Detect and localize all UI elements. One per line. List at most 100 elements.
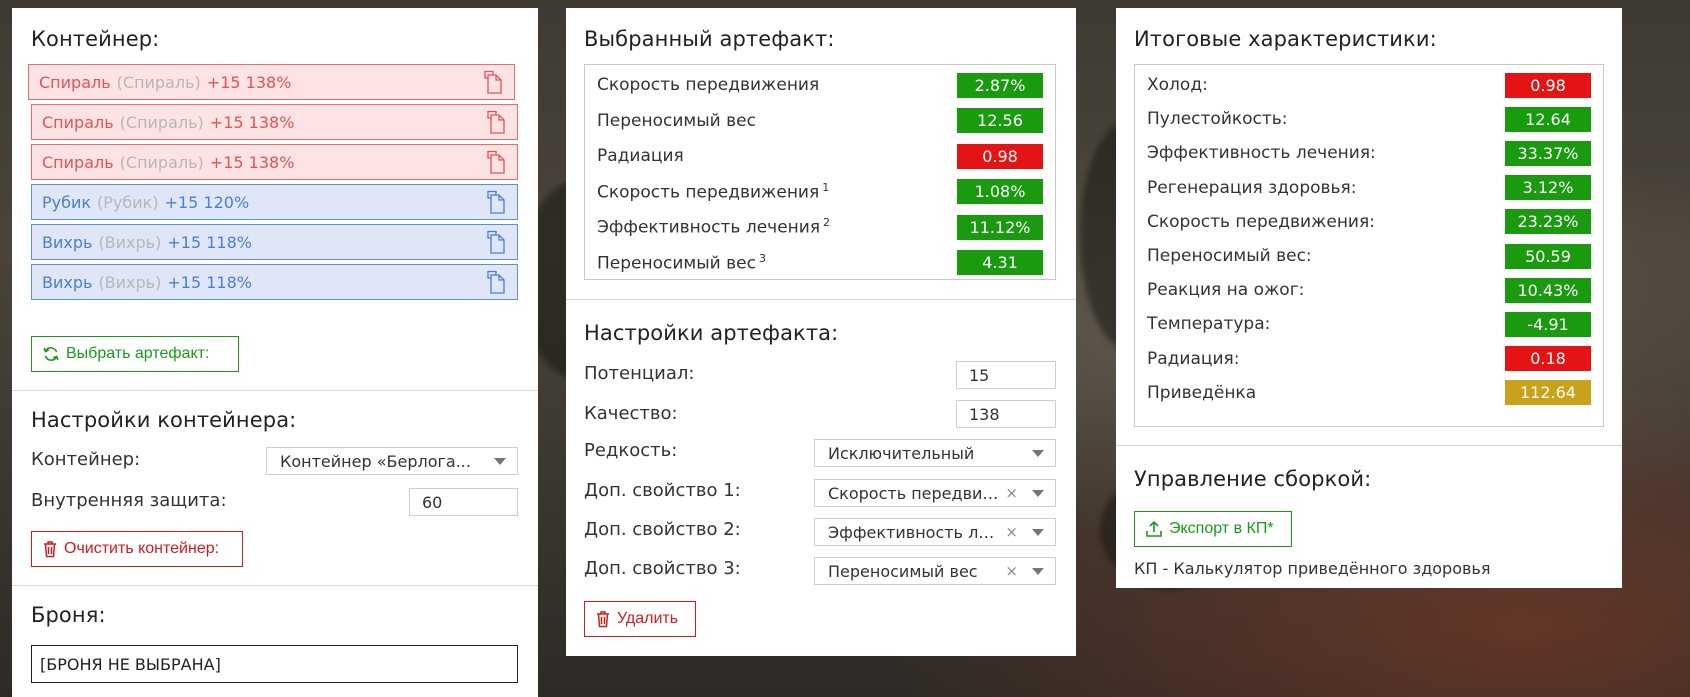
prop1-label: Доп. свойство 1: xyxy=(584,480,741,501)
stat-row: Эффективность лечения: 33.37% xyxy=(1147,140,1591,166)
stat-name: Переносимый вес: xyxy=(1147,246,1312,266)
chevron-down-icon xyxy=(1032,449,1044,457)
container-item[interactable]: Вихрь (Вихрь) +15 118% xyxy=(31,224,518,260)
stat-label: Переносимый вес xyxy=(597,110,756,131)
rarity-select[interactable]: Исключительный xyxy=(814,439,1056,467)
container-item[interactable]: Вихрь (Вихрь) +15 118% xyxy=(31,264,518,300)
container-item[interactable]: Спираль (Спираль) +15 138% xyxy=(28,64,515,100)
container-item[interactable]: Спираль (Спираль) +15 138% xyxy=(31,104,518,140)
container-panel: Контейнер: Спираль (Спираль) +15 138% Спира… xyxy=(12,8,538,697)
trash-icon xyxy=(595,610,611,628)
stat-label: Пулестойкость: xyxy=(1147,109,1288,130)
stat-row: Реакция на ожог: 10.43% xyxy=(1147,277,1591,303)
quality-input[interactable]: 138 xyxy=(956,400,1056,428)
artifact-title: Выбранный артефакт: xyxy=(584,27,835,51)
delete-artifact-button[interactable]: Удалить xyxy=(584,601,696,637)
stat-row: Скорость передвижения 2.87% xyxy=(597,72,1043,98)
container-select[interactable]: Контейнер «Берлога... xyxy=(266,447,518,475)
item-level: +15 120% xyxy=(164,192,250,212)
stat-value-badge: -4.91 xyxy=(1505,311,1591,337)
stat-row: Радиация: 0.18 xyxy=(1147,346,1591,372)
copy-icon[interactable] xyxy=(485,230,507,256)
chevron-down-icon xyxy=(1032,528,1044,536)
copy-icon[interactable] xyxy=(482,70,504,96)
prop3-select[interactable]: Переносимый вес × xyxy=(814,557,1056,585)
clear-icon[interactable]: × xyxy=(1005,562,1018,580)
protection-input[interactable]: 60 xyxy=(409,488,518,516)
stat-row: Переносимый вес 3 4.31 xyxy=(597,250,1043,276)
stat-name: Переносимый вес 3 xyxy=(597,252,766,274)
export-label: Экспорт в КП* xyxy=(1169,520,1274,537)
export-button[interactable]: Экспорт в КП* xyxy=(1134,511,1292,547)
item-name: Рубик xyxy=(42,192,92,212)
stat-row: Скорость передвижения: 23.23% xyxy=(1147,209,1591,235)
item-level: +15 138% xyxy=(209,112,295,132)
totals-title: Итоговые характеристики: xyxy=(1134,27,1437,51)
chevron-down-icon xyxy=(494,457,506,465)
item-base: (Вихрь) xyxy=(98,272,162,292)
select-artifact-button[interactable]: Выбрать артефакт: xyxy=(31,336,239,372)
stat-row: Пулестойкость: 12.64 xyxy=(1147,106,1591,132)
stat-name: Переносимый вес xyxy=(597,111,756,131)
stat-label: Скорость передвижения: xyxy=(1147,211,1375,232)
potential-input[interactable]: 15 xyxy=(956,361,1056,389)
stat-footnote-mark: 2 xyxy=(823,216,831,230)
stat-row: Скорость передвижения 1 1.08% xyxy=(597,179,1043,205)
protection-label: Внутренняя защита: xyxy=(31,490,227,511)
stat-label: Эффективность лечения xyxy=(597,217,821,238)
divider xyxy=(1116,445,1622,446)
stat-name: Эффективность лечения 2 xyxy=(597,216,830,238)
divider xyxy=(566,299,1076,300)
container-label: Контейнер: xyxy=(31,449,141,470)
item-name: Спираль xyxy=(39,72,111,92)
container-item[interactable]: Рубик (Рубик) +15 120% xyxy=(31,184,518,220)
quality-label: Качество: xyxy=(584,403,678,424)
select-artifact-label: Выбрать артефакт: xyxy=(66,345,210,362)
footnote: КП - Калькулятор приведённого здоровья xyxy=(1134,559,1491,578)
item-base: (Спираль) xyxy=(116,72,201,92)
chevron-down-icon xyxy=(1032,567,1044,575)
delete-artifact-label: Удалить xyxy=(617,610,679,627)
artifact-settings-title: Настройки артефакта: xyxy=(584,321,839,345)
stat-row: Регенерация здоровья: 3.12% xyxy=(1147,175,1591,201)
clear-container-button[interactable]: Очистить контейнер: xyxy=(31,531,243,567)
copy-icon[interactable] xyxy=(485,110,507,136)
stat-value-badge: 3.12% xyxy=(1505,175,1591,201)
armor-field[interactable]: [БРОНЯ НЕ ВЫБРАНА] xyxy=(31,645,518,683)
prop1-select[interactable]: Скорость передвижения × xyxy=(814,479,1056,507)
stat-value-badge: 2.87% xyxy=(957,72,1043,98)
stat-value-badge: 23.23% xyxy=(1505,209,1591,235)
stat-label: Радиация: xyxy=(1147,348,1240,369)
stat-label: Приведёнка xyxy=(1147,382,1257,403)
stat-label: Скорость передвижения xyxy=(597,75,820,95)
stat-row: Холод: 0.98 xyxy=(1147,72,1591,98)
item-name: Вихрь xyxy=(42,232,93,252)
stat-row: Переносимый вес: 50.59 xyxy=(1147,243,1591,269)
stat-value-badge: 12.56 xyxy=(957,108,1043,133)
copy-icon[interactable] xyxy=(485,190,507,216)
stat-value-badge: 10.43% xyxy=(1505,277,1591,303)
copy-icon[interactable] xyxy=(485,270,507,296)
stat-label: Скорость передвижения xyxy=(597,182,820,203)
rarity-label: Редкость: xyxy=(584,440,678,461)
stat-row: Радиация 0.98 xyxy=(597,143,1043,169)
stat-label: Реакция на ожог: xyxy=(1147,280,1305,301)
potential-label: Потенциал: xyxy=(584,363,695,384)
stat-value-badge: 0.98 xyxy=(957,143,1043,169)
stat-name: Эффективность лечения: xyxy=(1147,143,1376,163)
totals-panel: Итоговые характеристики: Холод: 0.98 Пулес… xyxy=(1116,8,1622,588)
stat-value-badge: 11.12% xyxy=(957,214,1043,240)
item-level: +15 118% xyxy=(167,232,252,252)
stat-label: Регенерация здоровья: xyxy=(1147,177,1357,198)
copy-icon[interactable] xyxy=(485,150,507,176)
prop2-select[interactable]: Эффективность лечения × xyxy=(814,518,1056,546)
stat-name: Пулестойкость: xyxy=(1147,109,1288,129)
clear-icon[interactable]: × xyxy=(1005,484,1018,502)
stat-row: Температура: -4.91 xyxy=(1147,311,1591,337)
prop3-label: Доп. свойство 3: xyxy=(584,558,741,579)
stat-name: Радиация xyxy=(597,146,684,166)
clear-icon[interactable]: × xyxy=(1005,523,1018,541)
stat-value-badge: 0.18 xyxy=(1505,346,1591,372)
container-item[interactable]: Спираль (Спираль) +15 138% xyxy=(31,144,518,180)
artifact-panel: Выбранный артефакт: Скорость передвижени… xyxy=(566,8,1076,656)
